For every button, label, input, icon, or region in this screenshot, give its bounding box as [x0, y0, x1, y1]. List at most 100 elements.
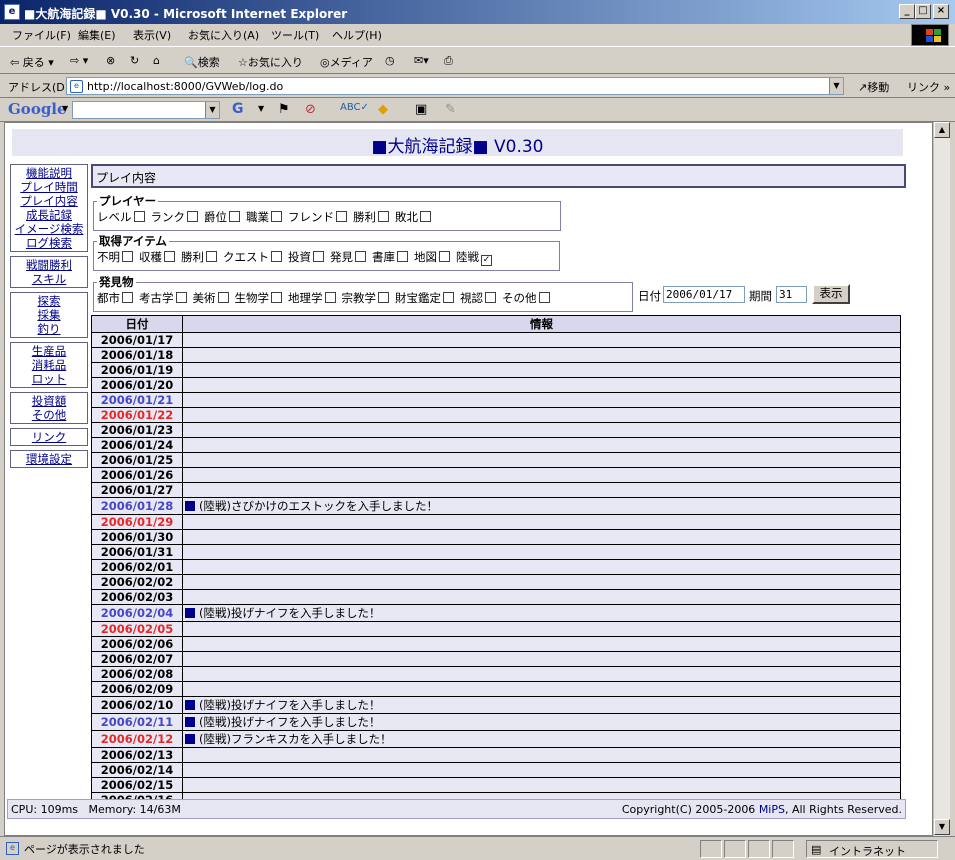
period-input[interactable]: 31: [776, 286, 807, 303]
item-filter-checkbox[interactable]: [164, 251, 175, 262]
date-input[interactable]: 2006/01/17: [663, 286, 745, 303]
back-button[interactable]: ⇦ 戻る ▾: [10, 54, 54, 70]
player-filter-checkbox[interactable]: [187, 211, 198, 222]
nav-link-battle-wins[interactable]: 戦闘勝利: [11, 258, 87, 272]
discovery-filter-checkbox[interactable]: [485, 292, 496, 303]
item-filter-checkbox[interactable]: [355, 251, 366, 262]
vertical-scrollbar[interactable]: ▲ ▼: [933, 122, 950, 836]
item-filter-label: 書庫: [372, 250, 395, 264]
menu-edit[interactable]: 編集(E): [78, 27, 116, 43]
address-input[interactable]: e http://localhost:8000/GVWeb/log.do ▼: [66, 77, 844, 95]
mips-link[interactable]: MiPS: [759, 803, 785, 816]
page-done-icon: e: [6, 842, 19, 855]
nav-link-products[interactable]: 生産品: [11, 344, 87, 358]
items-legend: 取得アイテム: [99, 234, 167, 248]
discovery-filter-checkbox[interactable]: [378, 292, 389, 303]
log-entry-text: (陸戦)投げナイフを入手しました！: [199, 715, 381, 729]
menu-file[interactable]: ファイル(F): [12, 27, 71, 43]
nav-link-image-search[interactable]: イメージ検索: [11, 222, 87, 236]
nav-link-investment[interactable]: 投資額: [11, 394, 87, 408]
panel-header: プレイ内容: [91, 164, 906, 188]
menu-favorites[interactable]: お気に入り(A): [188, 27, 259, 43]
google-search-icon[interactable]: G: [232, 101, 244, 117]
favorites-button[interactable]: ☆お気に入り: [238, 54, 303, 70]
menu-tools[interactable]: ツール(T): [271, 27, 319, 43]
google-logo[interactable]: Google: [8, 100, 67, 118]
nav-link-other[interactable]: その他: [11, 408, 87, 422]
spellcheck-icon[interactable]: ABC✓: [340, 102, 369, 113]
search-button[interactable]: 🔍検索: [184, 54, 220, 70]
google-search-dropdown-icon[interactable]: ▼: [258, 104, 264, 113]
nav-link-consumables[interactable]: 消耗品: [11, 358, 87, 372]
discovery-filter-checkbox[interactable]: [538, 292, 550, 303]
close-button[interactable]: ×: [933, 4, 949, 19]
refresh-icon[interactable]: ↻: [130, 54, 139, 67]
nav-link-playtime[interactable]: プレイ時間: [11, 180, 87, 194]
info-cell: [182, 559, 901, 575]
discovery-filter-checkbox[interactable]: [122, 292, 133, 303]
mail-icon[interactable]: ✉▾: [414, 54, 429, 67]
maximize-button[interactable]: □: [915, 4, 931, 19]
minimize-button[interactable]: _: [899, 4, 915, 19]
player-filter-checkbox[interactable]: [229, 211, 240, 222]
nav-link-lots[interactable]: ロット: [11, 372, 87, 386]
pagerank-icon[interactable]: ⚑: [278, 102, 290, 117]
player-filter-checkbox[interactable]: [133, 211, 145, 222]
item-filter-checkbox[interactable]: [271, 251, 282, 262]
forward-button[interactable]: ⇨ ▾: [70, 54, 88, 67]
info-cell: [182, 636, 901, 652]
table-row: 2006/01/24: [91, 437, 901, 453]
nav-link-fishing[interactable]: 釣り: [11, 322, 87, 336]
scroll-up-icon[interactable]: ▲: [934, 122, 950, 138]
menu-help[interactable]: ヘルプ(H): [332, 27, 382, 43]
bullet-icon: [185, 700, 195, 710]
nav-link-links[interactable]: リンク: [11, 430, 87, 444]
player-filter-checkbox[interactable]: [378, 211, 389, 222]
google-menu-icon[interactable]: ▼: [62, 104, 68, 113]
go-button[interactable]: ↗移動: [858, 79, 889, 95]
item-filter-checkbox[interactable]: [313, 251, 324, 262]
stop-icon[interactable]: ⊗: [106, 54, 115, 67]
zone-text: イントラネット: [829, 845, 906, 858]
item-filter-label: 不明: [97, 250, 120, 264]
links-button[interactable]: リンク »: [907, 79, 950, 95]
menu-view[interactable]: 表示(V): [133, 27, 171, 43]
nav-link-skills[interactable]: スキル: [11, 272, 87, 286]
item-filter-checkbox[interactable]: [122, 251, 133, 262]
nav-link-play-content[interactable]: プレイ内容: [11, 194, 87, 208]
google-search-input[interactable]: ▼: [72, 101, 220, 119]
item-filter-checkbox[interactable]: [439, 251, 450, 262]
google-dropdown-icon[interactable]: ▼: [205, 102, 219, 118]
autofill-icon[interactable]: ▣: [415, 102, 427, 117]
home-icon[interactable]: ⌂: [153, 54, 160, 67]
popup-blocker-icon[interactable]: ⊘: [305, 102, 316, 117]
nav-link-settings[interactable]: 環境設定: [11, 452, 87, 466]
player-filter-checkbox[interactable]: [336, 211, 347, 222]
nav-link-collect[interactable]: 採集: [11, 308, 87, 322]
player-filter-checkbox[interactable]: [271, 211, 282, 222]
discovery-filter-checkbox[interactable]: [271, 292, 282, 303]
item-filter-checkbox[interactable]: [397, 251, 408, 262]
highlight-icon[interactable]: ✎: [445, 102, 456, 117]
discovery-filter-checkbox[interactable]: [443, 292, 454, 303]
scroll-down-icon[interactable]: ▼: [934, 819, 950, 835]
media-button[interactable]: ◎メディア: [320, 54, 373, 70]
media-label: メディア: [329, 56, 373, 69]
nav-link-growth[interactable]: 成長記録: [11, 208, 87, 222]
discovery-filter-checkbox[interactable]: [175, 292, 187, 303]
item-filter-label: 発見: [330, 250, 353, 264]
show-button[interactable]: 表示: [812, 284, 850, 304]
item-filter-checkbox[interactable]: [206, 251, 217, 262]
print-icon[interactable]: ⎙: [444, 54, 453, 68]
discovery-filter-checkbox[interactable]: [324, 292, 336, 303]
player-filter-checkbox[interactable]: [420, 211, 431, 222]
table-row: 2006/01/28 (陸戦)さびかけのエストックを入手しました！: [91, 497, 901, 515]
discovery-filter-checkbox[interactable]: [217, 292, 229, 303]
autolink-icon[interactable]: ◆: [378, 102, 388, 117]
history-icon[interactable]: ◷: [385, 54, 395, 67]
nav-link-log-search[interactable]: ログ検索: [11, 236, 87, 250]
item-filter-checkbox[interactable]: ✓: [481, 255, 492, 266]
nav-link-explore[interactable]: 探索: [11, 294, 87, 308]
address-dropdown-icon[interactable]: ▼: [829, 78, 843, 94]
nav-link-features[interactable]: 機能説明: [11, 166, 87, 180]
